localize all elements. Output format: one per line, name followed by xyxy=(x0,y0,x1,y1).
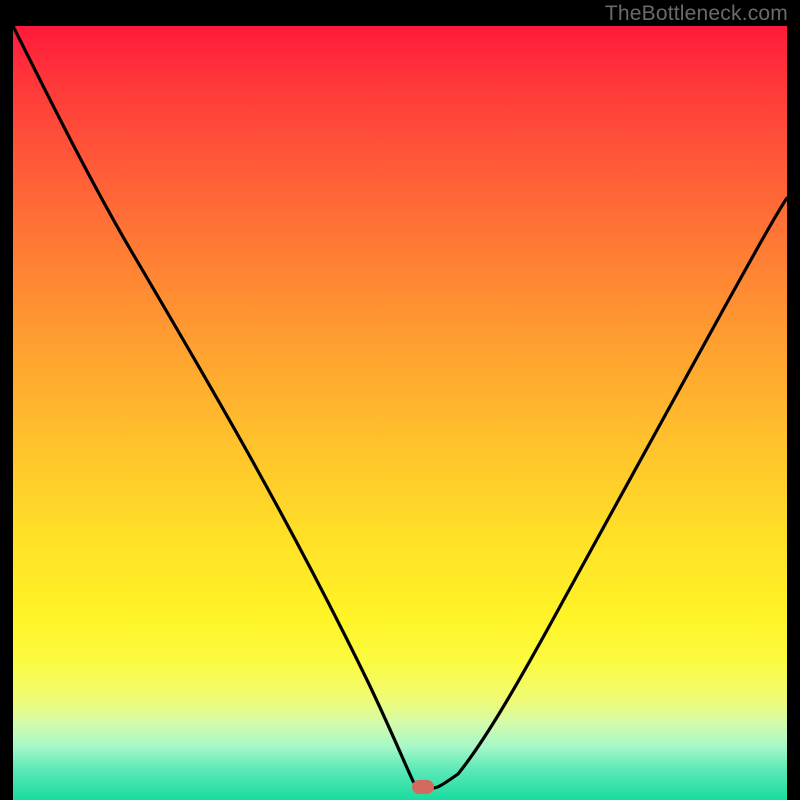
chart-frame xyxy=(13,26,787,800)
bottleneck-curve xyxy=(13,26,787,800)
curve-path xyxy=(13,26,787,788)
watermark-text: TheBottleneck.com xyxy=(605,2,788,26)
optimal-marker xyxy=(412,780,434,794)
